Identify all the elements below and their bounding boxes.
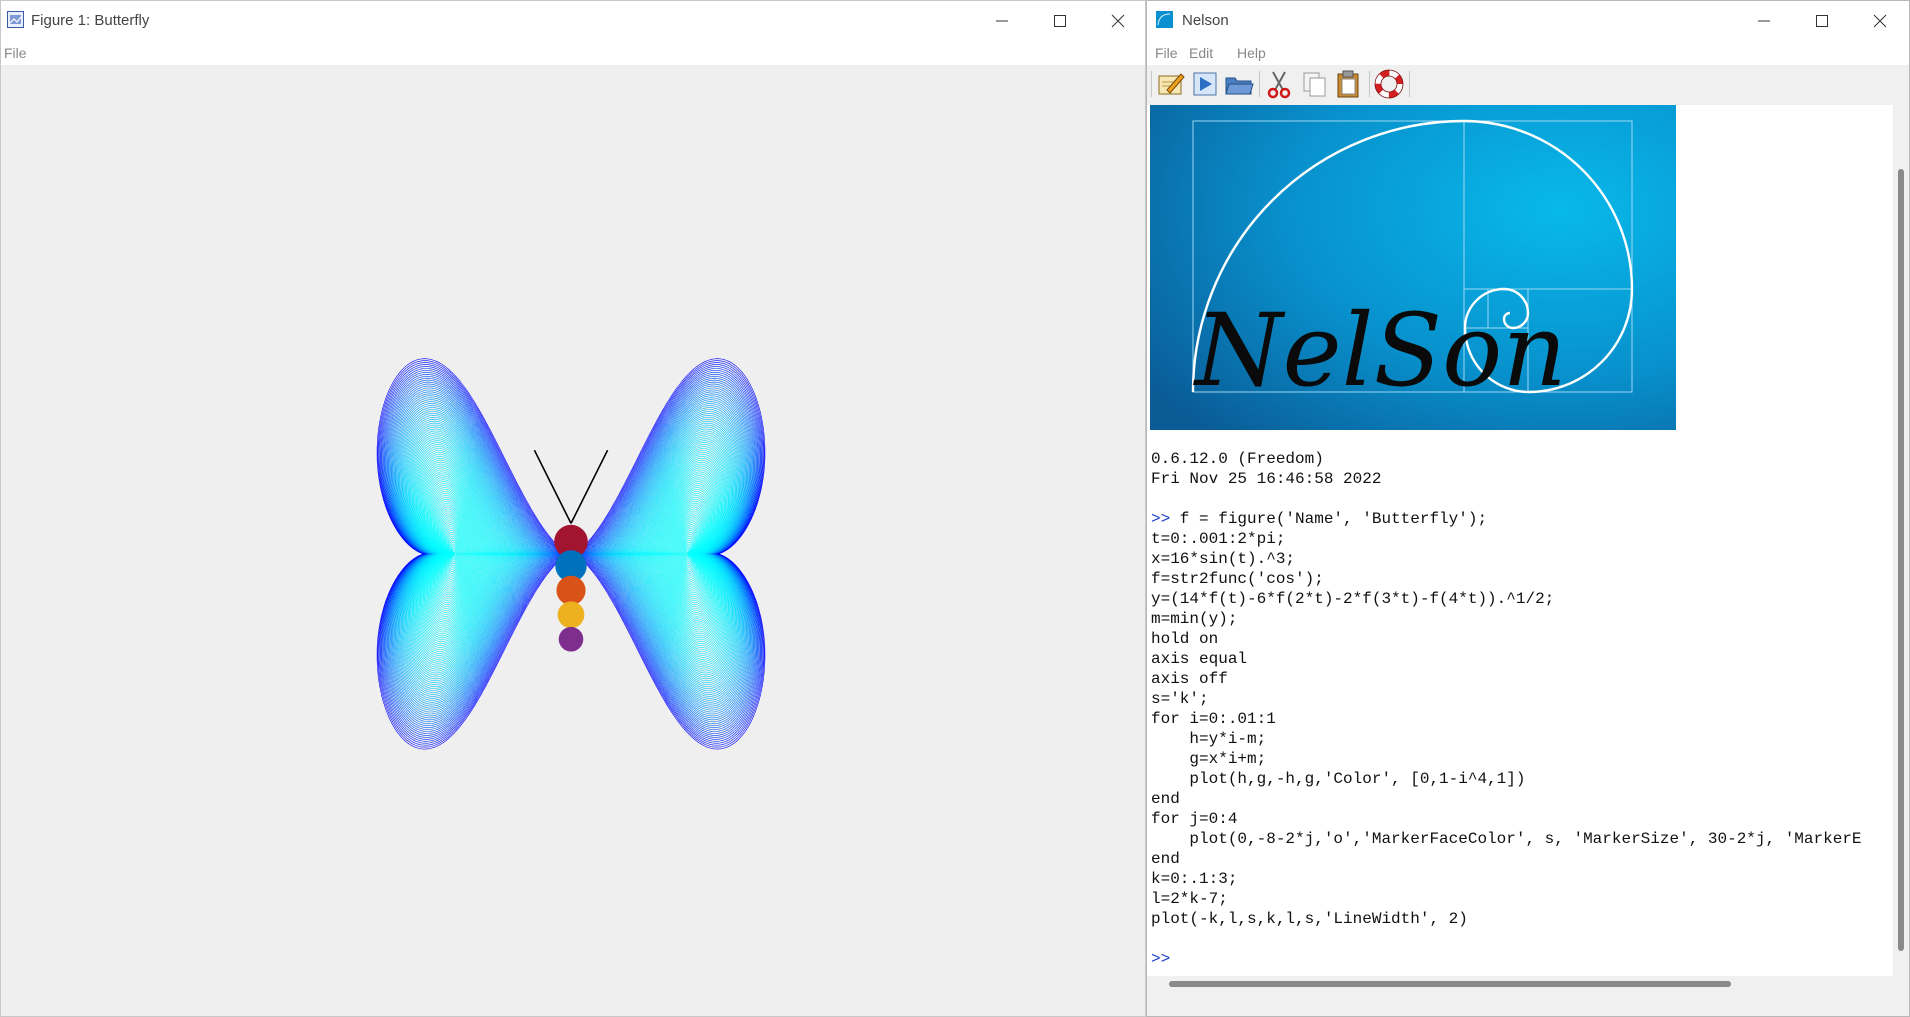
antenna-left [533,449,572,524]
script-line: plot(0,-8-2*j,'o','MarkerFaceColor', s, … [1151,830,1862,848]
nelson-minimize-button[interactable] [1735,1,1793,39]
script-line: l=2*k-7; [1151,890,1228,908]
maximize-icon [1054,15,1066,27]
figure-window: Figure 1: Butterfly File [0,0,1146,1017]
script-line: m=min(y); [1151,610,1238,628]
console-prompt: >> [1151,510,1171,528]
script-line: axis off [1151,670,1228,688]
minimize-icon [1758,20,1770,22]
butterfly-body [554,524,588,652]
editor-icon [1158,73,1185,95]
minimize-icon [996,20,1008,22]
script-line: f=str2func('cos'); [1151,570,1324,588]
open-folder-button[interactable] [1223,68,1255,100]
run-icon [1193,72,1217,96]
nelson-close-button[interactable] [1851,1,1909,39]
figure-window-title: Figure 1: Butterfly [31,12,150,29]
nelson-menu-edit[interactable]: Edit [1189,45,1213,61]
script-line: h=y*i-m; [1151,730,1267,748]
nelson-app-icon [1156,11,1173,28]
figure-menubar: File [1,39,1145,65]
script-line: t=0:.001:2*pi; [1151,530,1286,548]
version-line: 0.6.12.0 (Freedom) [1151,450,1324,468]
nelson-maximize-button[interactable] [1793,1,1851,39]
script-line: s='k'; [1151,690,1209,708]
script-line: x=16*sin(t).^3; [1151,550,1296,568]
copy-icon [1303,72,1326,97]
paste-icon [1337,70,1359,98]
console-text: 0.6.12.0 (Freedom) Fri Nov 25 16:46:58 2… [1151,449,1862,969]
script-line: end [1151,850,1180,868]
script-line: for j=0:4 [1151,810,1238,828]
maximize-button[interactable] [1031,1,1089,39]
cut-icon [1267,71,1291,99]
logo-text: NelSon [1193,292,1567,409]
console-vertical-scrollbar[interactable] [1893,105,1909,976]
nelson-logo: NelSon [1150,105,1676,430]
script-line: y=(14*f(t)-6*f(2*t)-2*f(3*t)-f(4*t)).^1/… [1151,590,1555,608]
console-horizontal-scrollbar[interactable] [1147,976,1909,992]
script-line: plot(h,g,-h,g,'Color', [0,1-i^4,1]) [1151,770,1526,788]
vertical-scroll-thumb[interactable] [1898,169,1904,951]
script-line: end [1151,790,1180,808]
nelson-titlebar[interactable]: Nelson [1147,1,1909,39]
paste-button[interactable] [1333,68,1365,100]
horizontal-scroll-thumb[interactable] [1169,981,1731,987]
command-line: f = figure('Name', 'Butterfly'); [1170,510,1488,528]
script-line: hold on [1151,630,1219,648]
antenna-right [570,449,609,524]
script-line: plot(-k,l,s,k,l,s,'LineWidth', 2) [1151,910,1468,928]
minimize-button[interactable] [973,1,1031,39]
date-line: Fri Nov 25 16:46:58 2022 [1151,470,1382,488]
console-output[interactable]: NelSon 0.6.12.0 (Freedom) Fri Nov 25 16:… [1147,105,1893,976]
run-button[interactable] [1189,68,1221,100]
body-segment [556,575,586,605]
console-input-prompt[interactable]: >> [1151,950,1170,968]
help-lifebuoy-icon [1374,69,1404,99]
close-icon [1111,14,1125,28]
help-button[interactable] [1373,68,1405,100]
cut-button[interactable] [1263,68,1295,100]
nelson-menu-file[interactable]: File [1155,45,1178,61]
script-line: g=x*i+m; [1151,750,1267,768]
open-folder-icon [1225,77,1254,95]
script-line: axis equal [1151,650,1248,668]
nelson-window-title: Nelson [1182,12,1229,29]
editor-button[interactable] [1155,68,1187,100]
nelson-toolbar [1147,65,1909,105]
copy-button[interactable] [1299,68,1331,100]
script-line: k=0:.1:3; [1151,870,1238,888]
nelson-window: Nelson File Edit Help NelSon 0.6.12.0 (F… [1146,0,1910,1017]
figure-menu-file[interactable]: File [4,45,27,61]
nelson-statusbar [1147,992,1909,1016]
figure-canvas [1,65,1145,1016]
figure-titlebar[interactable]: Figure 1: Butterfly [1,1,1145,39]
nelson-menubar: File Edit Help [1147,39,1909,65]
close-icon [1873,14,1887,28]
body-segment [557,601,585,629]
close-button[interactable] [1089,1,1145,39]
script-line: for i=0:.01:1 [1151,710,1276,728]
body-segment [558,626,584,652]
script-code: t=0:.001:2*pi; x=16*sin(t).^3; f=str2fun… [1151,530,1862,928]
maximize-icon [1816,15,1828,27]
butterfly-antennae [533,449,609,524]
figure-app-icon [7,11,24,28]
nelson-menu-help[interactable]: Help [1237,45,1266,61]
